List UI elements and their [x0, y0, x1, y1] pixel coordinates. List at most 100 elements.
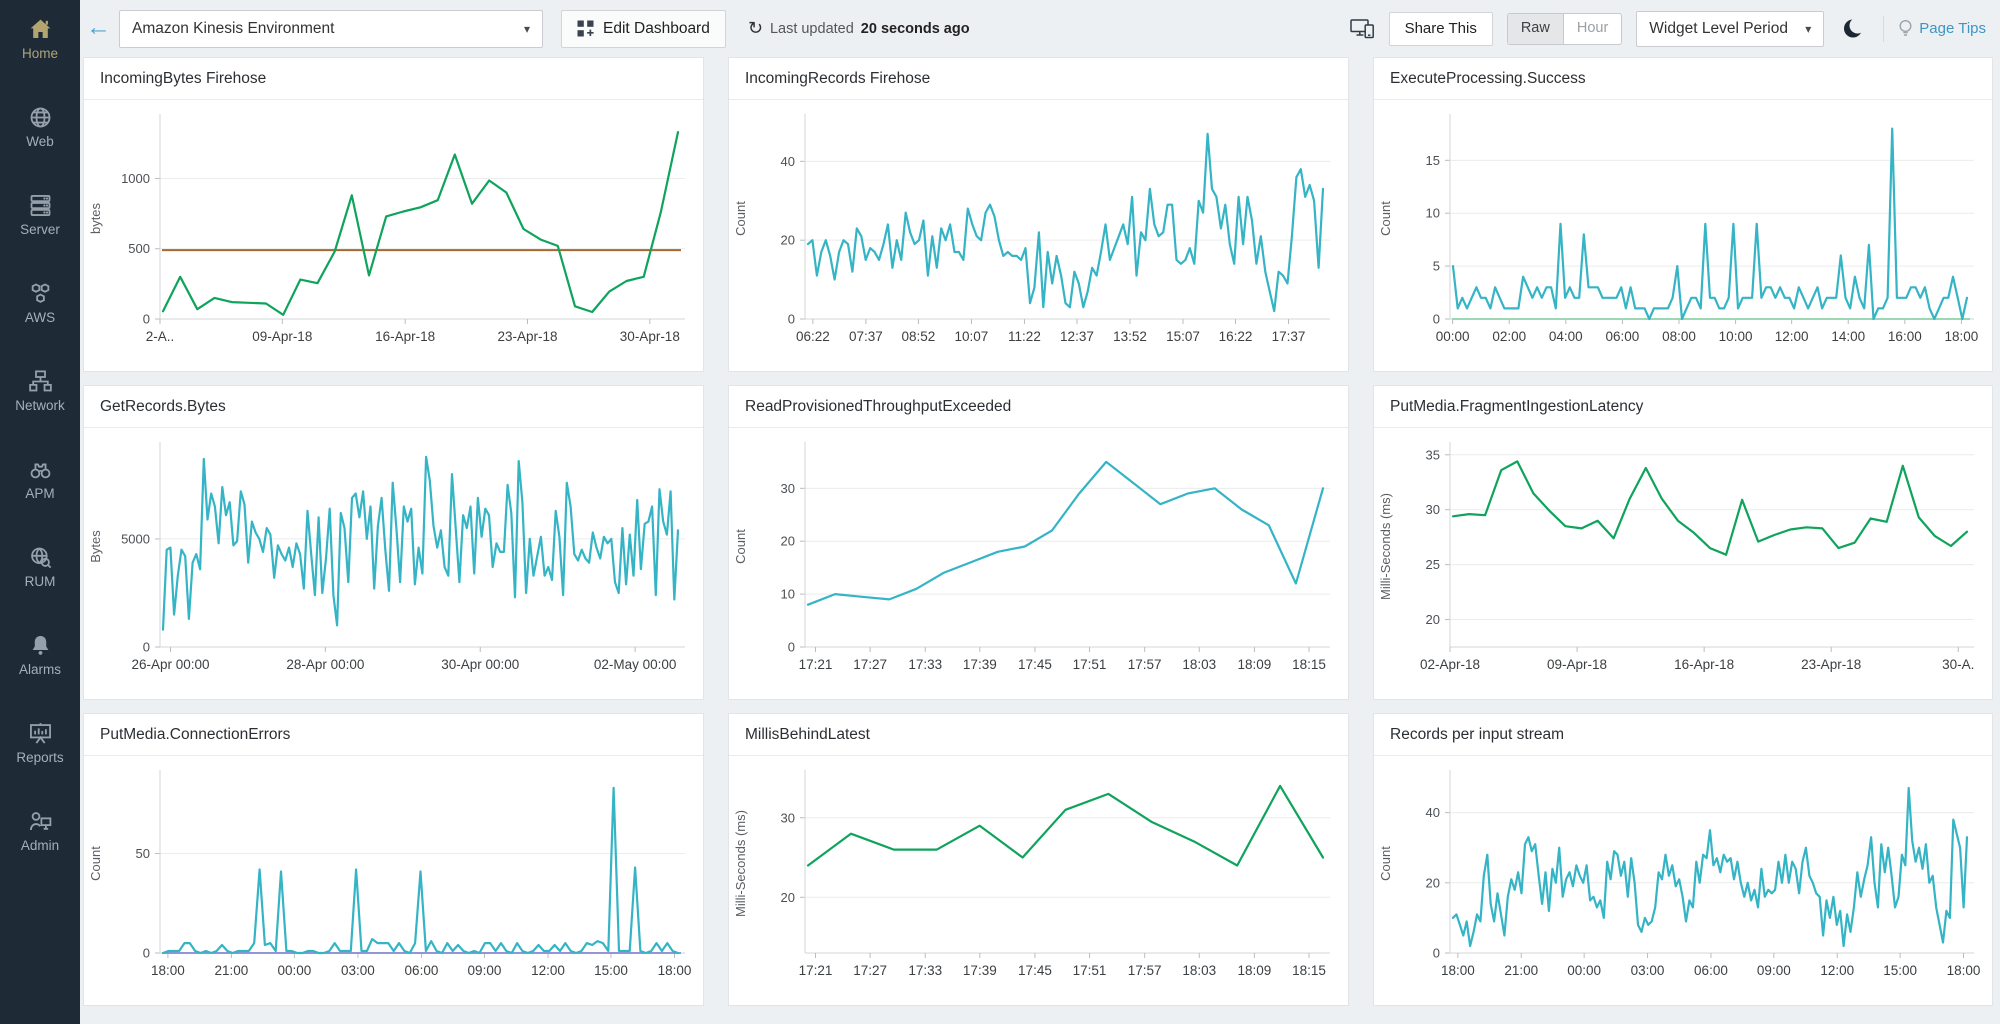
svg-text:17:21: 17:21: [799, 963, 833, 978]
chevron-down-icon: ▾: [1805, 21, 1812, 36]
refresh-icon[interactable]: ↻: [748, 18, 763, 39]
svg-text:15:00: 15:00: [1883, 963, 1917, 978]
sidebar-item-rum[interactable]: RUM: [0, 534, 80, 598]
sidebar-item-label: Server: [20, 222, 60, 237]
lightbulb-icon: [1898, 19, 1913, 39]
chart-plot[interactable]: 0 50 18:00 21:00 00:00 03:00 06:00 09:00 12:00 15…: [84, 756, 703, 1010]
svg-text:0: 0: [788, 640, 795, 655]
svg-text:11:22: 11:22: [1008, 329, 1041, 344]
svg-text:18:00: 18:00: [1441, 963, 1475, 978]
chart-plot[interactable]: 0 5 10 15 00:00 02:00 04:00 06:00 08:00 10:00 12:0…: [1374, 100, 1992, 376]
home-icon: [27, 16, 54, 43]
share-this-label: Share This: [1404, 20, 1477, 37]
chart-plot[interactable]: 0 20 40 18:00 21:00 00:00 03:00 06:00 09:00 12:00…: [1374, 756, 1992, 1010]
svg-text:20: 20: [1426, 612, 1440, 627]
svg-text:30: 30: [1426, 502, 1440, 517]
svg-text:17:45: 17:45: [1018, 963, 1052, 978]
chart-plot[interactable]: 0 5000 26-Apr 00:00 28-Apr 00:00 30-Apr 00:0…: [84, 428, 703, 704]
svg-text:5: 5: [1433, 259, 1440, 274]
sidebar-item-label: APM: [25, 486, 55, 501]
svg-text:17:39: 17:39: [963, 657, 997, 672]
svg-text:17:37: 17:37: [1272, 329, 1306, 344]
svg-text:06:00: 06:00: [1605, 329, 1639, 344]
toggle-option-raw[interactable]: Raw: [1507, 13, 1564, 44]
svg-text:13:52: 13:52: [1113, 329, 1147, 344]
svg-text:17:33: 17:33: [908, 963, 942, 978]
last-updated-prefix: Last updated: [769, 20, 854, 37]
chart-card: IncomingBytes Firehose 0 500 1000 2-A.. 09-A…: [83, 57, 704, 372]
sidebar-item-aws[interactable]: AWS: [0, 270, 80, 334]
page-tips-link[interactable]: Page Tips: [1898, 19, 1986, 39]
chart-title: ExecuteProcessing.Success: [1374, 58, 1992, 100]
svg-text:18:00: 18:00: [151, 963, 185, 978]
svg-text:06:22: 06:22: [796, 329, 830, 344]
svg-text:30: 30: [781, 481, 795, 496]
chart-plot[interactable]: 20 30 17:21 17:27 17:33 17:39 17:45 17:51 17:57 1…: [729, 756, 1348, 1010]
svg-text:30-Apr 00:00: 30-Apr 00:00: [441, 657, 519, 672]
svg-text:500: 500: [128, 241, 150, 256]
sidebar-item-home[interactable]: Home: [0, 6, 80, 70]
svg-text:30: 30: [781, 810, 795, 825]
chart-plot[interactable]: 0 20 40 06:22 07:37 08:52 10:07 11:22 12:37 13:52…: [729, 100, 1348, 376]
chart-card: GetRecords.Bytes 0 5000 26-Apr 00:00 28-Apr…: [83, 385, 704, 700]
sidebar-item-label: Network: [15, 398, 65, 413]
back-arrow-icon[interactable]: ←: [86, 15, 111, 40]
sidebar-item-server[interactable]: Server: [0, 182, 80, 246]
globe-icon: [27, 104, 54, 131]
chart-plot[interactable]: 0 10 20 30 17:21 17:27 17:33 17:39 17:45 17:51 17:…: [729, 428, 1348, 704]
devices-icon[interactable]: [1349, 18, 1375, 39]
svg-text:17:21: 17:21: [799, 657, 833, 672]
svg-text:18:03: 18:03: [1182, 657, 1216, 672]
svg-text:00:00: 00:00: [1436, 329, 1470, 344]
sidebar-item-label: Home: [21, 46, 58, 61]
svg-text:15:07: 15:07: [1166, 329, 1200, 344]
dashboard-select[interactable]: Amazon Kinesis Environment ▾: [119, 9, 543, 48]
svg-text:02:00: 02:00: [1492, 329, 1526, 344]
svg-text:23-Apr-18: 23-Apr-18: [497, 329, 557, 344]
chart-plot[interactable]: 20 25 30 35 02-Apr-18 09-Apr-18 16-Apr-18 23-Ap…: [1374, 428, 1992, 704]
chart-title: IncomingBytes Firehose: [84, 58, 703, 100]
svg-text:Count: Count: [733, 201, 748, 236]
sidebar-item-alarms[interactable]: Alarms: [0, 622, 80, 686]
sidebar-item-web[interactable]: Web: [0, 94, 80, 158]
reports-icon: [27, 720, 54, 747]
dark-mode-moon-icon[interactable]: [1842, 17, 1866, 40]
chart-card: IncomingRecords Firehose 0 20 40 06:22 07:37…: [728, 57, 1349, 372]
widget-level-period-select[interactable]: Widget Level Period ▾: [1636, 10, 1825, 47]
sidebar-item-label: Alarms: [18, 662, 61, 677]
svg-text:12:00: 12:00: [531, 963, 565, 978]
chevron-down-icon: ▾: [523, 21, 530, 36]
svg-text:17:51: 17:51: [1073, 963, 1107, 978]
sidebar-item-network[interactable]: Network: [0, 358, 80, 422]
alarms-icon: [27, 632, 54, 659]
chart-title: MillisBehindLatest: [729, 714, 1348, 756]
svg-text:14:00: 14:00: [1831, 329, 1865, 344]
network-icon: [27, 368, 54, 395]
svg-text:09:00: 09:00: [1757, 963, 1791, 978]
chart-card: Records per input stream 0 20 40 18:00 21:00…: [1373, 713, 1993, 1006]
svg-text:0: 0: [788, 312, 795, 327]
edit-dashboard-button[interactable]: Edit Dashboard: [561, 9, 726, 48]
svg-text:30-Apr-18: 30-Apr-18: [620, 329, 680, 344]
toggle-option-hour[interactable]: Hour: [1564, 14, 1621, 44]
svg-text:10: 10: [1426, 206, 1440, 221]
chart-title: GetRecords.Bytes: [84, 386, 703, 428]
sidebar-item-apm[interactable]: APM: [0, 446, 80, 510]
dashboard-grid: IncomingBytes Firehose 0 500 1000 2-A.. 09-A…: [80, 57, 2000, 1006]
svg-text:09:00: 09:00: [468, 963, 502, 978]
sidebar-item-reports[interactable]: Reports: [0, 710, 80, 774]
svg-text:0: 0: [1433, 312, 1440, 327]
svg-text:06:00: 06:00: [1694, 963, 1728, 978]
svg-text:1000: 1000: [121, 171, 150, 186]
svg-text:17:51: 17:51: [1073, 657, 1107, 672]
svg-text:12:00: 12:00: [1775, 329, 1809, 344]
main-area: ← Amazon Kinesis Environment ▾ Edit Dash…: [80, 0, 2000, 1024]
svg-text:12:00: 12:00: [1820, 963, 1854, 978]
chart-plot[interactable]: 0 500 1000 2-A.. 09-Apr-18 16-Apr-18 23-Apr-18…: [84, 100, 703, 376]
svg-text:08:52: 08:52: [902, 329, 936, 344]
svg-text:16:00: 16:00: [1888, 329, 1922, 344]
share-this-button[interactable]: Share This: [1388, 11, 1493, 46]
svg-text:00:00: 00:00: [1567, 963, 1601, 978]
svg-text:0: 0: [143, 312, 150, 327]
sidebar-item-admin[interactable]: Admin: [0, 798, 80, 862]
